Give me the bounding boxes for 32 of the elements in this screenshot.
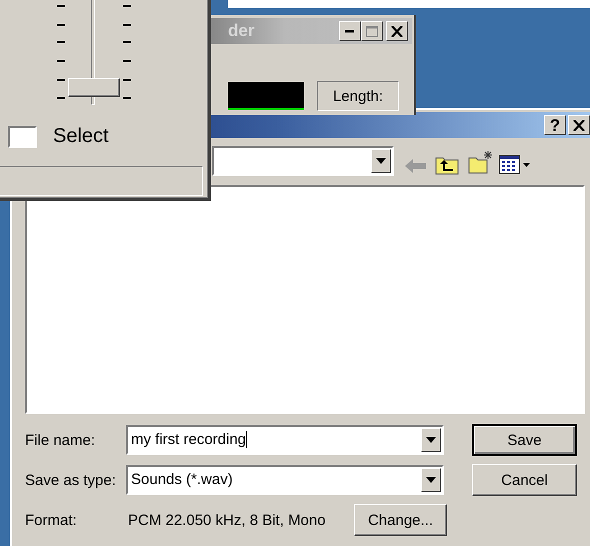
field-label: File name: <box>25 432 96 448</box>
view-menu-icon[interactable] <box>499 155 531 175</box>
window-title: der <box>227 21 254 41</box>
close-icon <box>573 120 585 130</box>
cancel-button[interactable]: Cancel <box>472 464 577 496</box>
help-button[interactable]: ? <box>544 115 566 135</box>
maximize-icon <box>366 26 378 36</box>
dropdown-button[interactable] <box>371 149 391 173</box>
dropdown-button[interactable] <box>421 468 441 492</box>
dropdown-button[interactable] <box>421 428 441 452</box>
maximize-button[interactable] <box>361 21 383 41</box>
caret-icon <box>426 477 436 483</box>
save-button[interactable]: Save <box>472 424 577 456</box>
look-in-combo[interactable] <box>212 146 394 176</box>
close-button[interactable] <box>386 21 408 41</box>
slider-thumb[interactable] <box>68 78 120 97</box>
new-folder-icon[interactable] <box>468 150 494 174</box>
checkbox[interactable] <box>8 126 37 148</box>
close-button[interactable] <box>568 115 590 135</box>
close-icon <box>391 26 403 36</box>
caret-icon <box>426 437 436 443</box>
checkbox-label: Select <box>53 125 109 148</box>
change-button[interactable]: Change... <box>354 504 447 536</box>
field-label: Save as type: <box>25 472 117 488</box>
file-type-dropdown[interactable]: Sounds (*.wav) <box>126 465 444 495</box>
minimize-icon <box>345 30 355 32</box>
file-name-field[interactable]: my first recording <box>126 425 444 455</box>
length-label: Length: <box>317 81 399 111</box>
format-value: PCM 22.050 kHz, 8 Bit, Mono <box>127 512 327 528</box>
minimize-button[interactable] <box>339 21 361 41</box>
format-label: Format: <box>25 512 78 528</box>
caret-icon <box>376 158 386 164</box>
